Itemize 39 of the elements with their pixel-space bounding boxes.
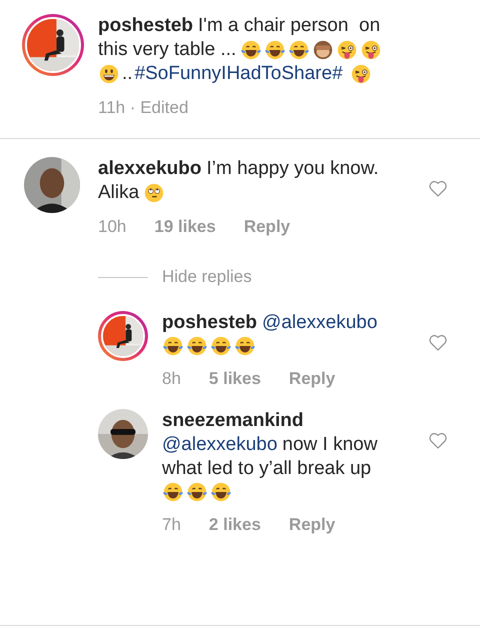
mention-link[interactable]: @alexxekubo <box>162 433 278 457</box>
username[interactable]: poshesteb <box>162 311 258 335</box>
laughing-emoji-icon <box>288 39 310 61</box>
comment-text: what led to y’all break up <box>162 457 372 481</box>
tongue-emoji-icon <box>360 39 382 61</box>
laughing-emoji-icon <box>210 481 232 503</box>
monkey-emoji-icon <box>312 39 334 61</box>
comment-text: .. <box>122 62 133 86</box>
laughing-emoji-icon <box>234 335 256 357</box>
tongue-emoji-icon <box>350 63 372 85</box>
tongue-emoji-icon <box>336 39 358 61</box>
mention-link[interactable]: @alexxekubo <box>262 311 378 335</box>
timestamp: 8h <box>162 369 181 389</box>
heart-icon[interactable] <box>428 333 448 352</box>
username[interactable]: alexxekubo <box>98 157 202 181</box>
username[interactable]: poshesteb <box>98 14 194 38</box>
laughing-emoji-icon <box>186 335 208 357</box>
comment-text: I’m happy you know. <box>206 157 379 181</box>
eyeroll-emoji-icon <box>143 182 166 204</box>
heart-icon[interactable] <box>428 179 448 198</box>
username[interactable]: sneezemankind <box>162 409 304 433</box>
comment-text: now I know <box>282 433 378 457</box>
timestamp: 7h <box>162 515 181 535</box>
timestamp: 11h · Edited <box>98 98 188 118</box>
avatar[interactable] <box>98 409 148 459</box>
timestamp: 10h <box>98 217 126 237</box>
comment-text: I'm a chair person on <box>198 14 380 38</box>
laughing-emoji-icon <box>162 335 184 357</box>
avatar[interactable] <box>98 311 148 361</box>
laughing-emoji-icon <box>240 39 262 61</box>
laughing-emoji-icon <box>210 335 232 357</box>
laughing-emoji-icon <box>186 481 208 503</box>
comment-text: this very table ... <box>98 38 236 62</box>
comment-text: Alika <box>98 181 140 205</box>
laughing-emoji-icon <box>264 39 286 61</box>
laughing-emoji-icon <box>162 481 184 503</box>
hashtag-link[interactable]: #SoFunnyIHadToShare# <box>134 62 343 86</box>
grin-emoji-icon <box>98 63 120 85</box>
heart-icon[interactable] <box>428 431 448 450</box>
